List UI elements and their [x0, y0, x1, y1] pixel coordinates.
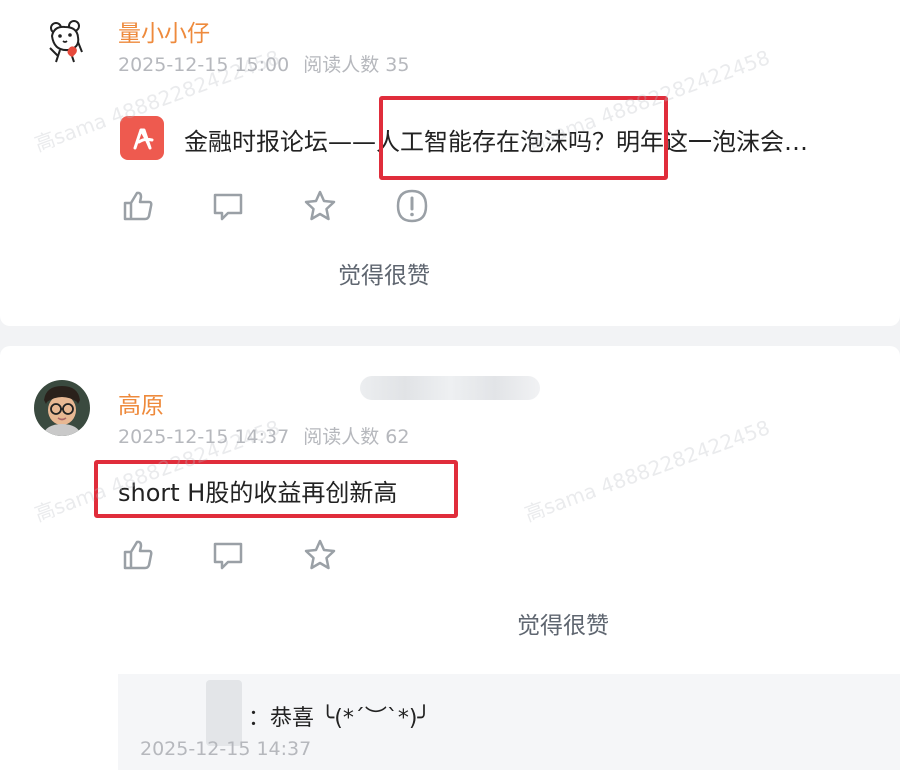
liked-by-label[interactable]: 觉得很赞 [517, 606, 609, 640]
post-date: 2025-12-15 15:00 [118, 54, 290, 76]
comment-icon [213, 193, 243, 221]
post-meta: 2025-12-15 14:37 阅读人数 62 [118, 422, 409, 449]
like-icon [123, 191, 153, 221]
liked-by-label[interactable]: 觉得很赞 [338, 256, 430, 290]
post-content: short H股的收益再创新高 [118, 479, 398, 507]
like-icon [123, 540, 153, 570]
read-count: 阅读人数 62 [303, 426, 410, 448]
author-name[interactable]: 高原 [118, 386, 164, 420]
comment-button[interactable] [208, 535, 248, 575]
favorite-button[interactable] [300, 186, 340, 226]
comment-button[interactable] [208, 186, 248, 226]
report-icon [396, 189, 428, 223]
post-date: 2025-12-15 14:37 [118, 426, 290, 448]
attachment-title: 金融时报论坛——人工智能存在泡沫吗？明年这一泡沫会… [184, 128, 808, 156]
like-button[interactable] [118, 186, 158, 226]
person-avatar-icon [34, 380, 90, 436]
bear-avatar-icon [38, 12, 94, 68]
post-card: 量小小仔 2025-12-15 15:00 阅读人数 35 金融时报论坛——人工智… [0, 0, 900, 326]
favorite-button[interactable] [300, 535, 340, 575]
star-icon [304, 190, 336, 221]
reply-item[interactable]: ：恭喜 ╰(*´︶`*)╯ 2025-12-15 14:37 [118, 674, 900, 770]
read-count: 阅读人数 35 [303, 54, 410, 76]
redacted-reply-name [206, 680, 242, 746]
avatar[interactable] [34, 380, 90, 436]
redacted-text [360, 376, 540, 400]
attachment-link[interactable]: 金融时报论坛——人工智能存在泡沫吗？明年这一泡沫会… [120, 114, 900, 162]
star-icon [304, 539, 336, 570]
avatar[interactable] [38, 12, 94, 68]
post-meta: 2025-12-15 15:00 阅读人数 35 [118, 50, 409, 77]
reply-text: ：恭喜 ╰(*´︶`*)╯ [248, 706, 431, 731]
pdf-icon [120, 116, 164, 160]
report-button[interactable] [392, 186, 432, 226]
like-button[interactable] [118, 535, 158, 575]
comment-icon [213, 542, 243, 570]
reply-date: 2025-12-15 14:37 [140, 738, 312, 760]
author-name[interactable]: 量小小仔 [118, 14, 210, 48]
